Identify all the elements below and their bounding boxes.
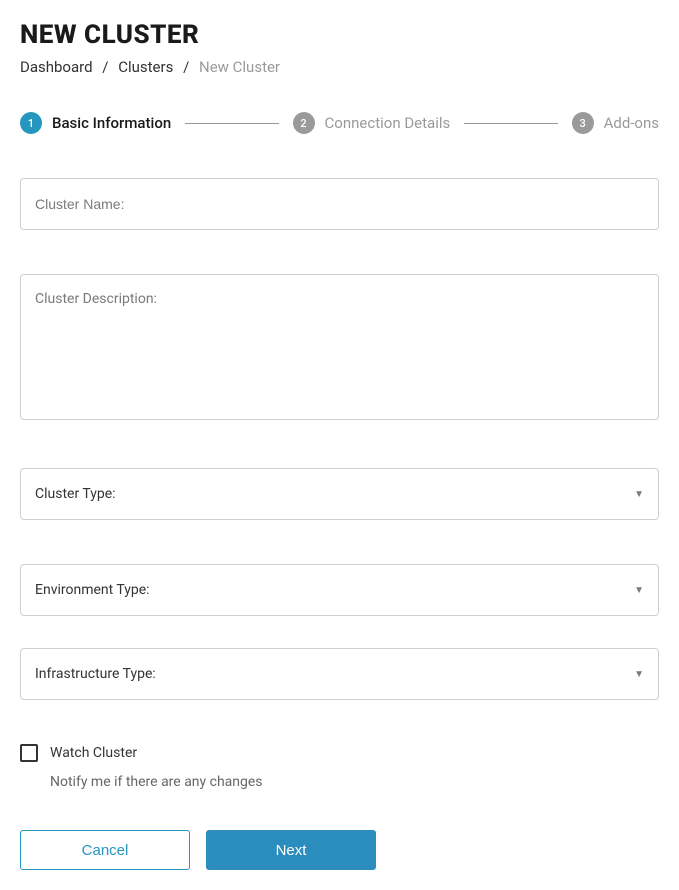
breadcrumb-link-clusters[interactable]: Clusters [118, 58, 173, 76]
cluster-name-input[interactable] [20, 178, 659, 230]
step-label-3: Add-ons [604, 114, 659, 132]
breadcrumb-separator: / [183, 58, 189, 76]
caret-down-icon: ▼ [634, 489, 644, 500]
watch-cluster-sublabel: Notify me if there are any changes [50, 774, 659, 790]
step-connector [185, 123, 278, 124]
infrastructure-type-select[interactable]: Infrastructure Type: ▼ [20, 648, 659, 700]
step-connector [464, 123, 557, 124]
caret-down-icon: ▼ [634, 669, 644, 680]
cluster-description-input[interactable] [20, 274, 659, 420]
step-label-1: Basic Information [52, 114, 171, 132]
breadcrumb: Dashboard / Clusters / New Cluster [20, 58, 659, 76]
environment-type-select[interactable]: Environment Type: ▼ [20, 564, 659, 616]
step-number-1: 1 [20, 112, 42, 134]
infrastructure-type-label: Infrastructure Type: [35, 666, 156, 682]
step-connection-details[interactable]: 2 Connection Details [293, 112, 451, 134]
step-basic-information[interactable]: 1 Basic Information [20, 112, 171, 134]
watch-cluster-checkbox[interactable] [20, 744, 38, 762]
watch-cluster-label: Watch Cluster [50, 745, 137, 761]
cancel-button[interactable]: Cancel [20, 830, 190, 870]
next-button[interactable]: Next [206, 830, 376, 870]
cluster-type-label: Cluster Type: [35, 486, 116, 502]
stepper: 1 Basic Information 2 Connection Details… [20, 112, 659, 134]
breadcrumb-link-dashboard[interactable]: Dashboard [20, 58, 93, 76]
caret-down-icon: ▼ [634, 585, 644, 596]
cluster-type-select[interactable]: Cluster Type: ▼ [20, 468, 659, 520]
breadcrumb-current: New Cluster [199, 58, 280, 76]
environment-type-label: Environment Type: [35, 582, 150, 598]
breadcrumb-separator: / [102, 58, 108, 76]
action-buttons: Cancel Next [20, 830, 659, 870]
step-number-2: 2 [293, 112, 315, 134]
step-label-2: Connection Details [325, 114, 451, 132]
step-add-ons[interactable]: 3 Add-ons [572, 112, 659, 134]
step-number-3: 3 [572, 112, 594, 134]
page-title: NEW CLUSTER [20, 20, 659, 50]
